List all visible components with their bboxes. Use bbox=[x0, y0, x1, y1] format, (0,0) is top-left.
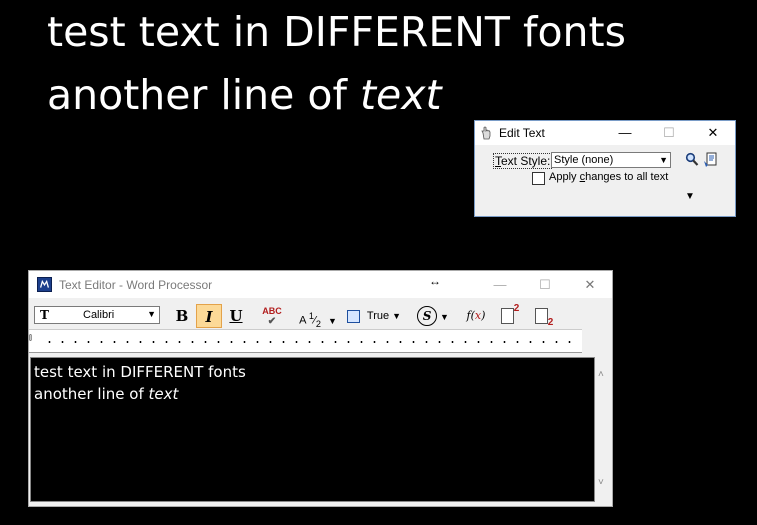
text-editor-title: Text Editor - Word Processor bbox=[59, 278, 213, 292]
document-icon bbox=[500, 307, 514, 324]
checkmark-icon: ✔ bbox=[267, 316, 277, 327]
justification-value: True bbox=[366, 310, 390, 322]
chevron-down-icon: ▼ bbox=[440, 312, 449, 322]
spell-check-label: ABC bbox=[262, 306, 282, 316]
symbol-icon: S bbox=[417, 305, 438, 326]
minimize-button[interactable]: — bbox=[478, 273, 522, 297]
document-icon bbox=[534, 307, 548, 324]
scroll-up-icon[interactable]: ˄ bbox=[598, 369, 604, 380]
fraction-denominator: 2 bbox=[315, 318, 321, 329]
subscript-button[interactable]: 2 bbox=[531, 304, 557, 328]
magnifier-icon[interactable] bbox=[685, 152, 699, 168]
text-style-label: Text Style: bbox=[493, 153, 553, 169]
justification-dropdown[interactable]: True ▼ bbox=[343, 304, 405, 328]
text-style-value: Style (none) bbox=[554, 154, 614, 166]
superscript-label: 2 bbox=[513, 303, 520, 314]
minimize-button[interactable]: — bbox=[603, 121, 647, 145]
content-line-1: test text in DIFFERENT fonts bbox=[34, 363, 246, 381]
edit-text-window: Edit Text — ☐ ✕ Text Style: Style (none)… bbox=[474, 120, 736, 217]
apply-changes-label-pre: Apply bbox=[549, 171, 580, 183]
symbol-button[interactable]: S ▼ bbox=[413, 304, 453, 328]
text-style-label-rest: ext Style: bbox=[501, 154, 551, 168]
content-line-2: another line of text bbox=[34, 383, 591, 405]
function-label-pre: f( bbox=[466, 309, 475, 322]
fraction-numerator: 1 bbox=[308, 311, 314, 321]
underline-button[interactable]: U bbox=[226, 304, 246, 328]
font-dropdown[interactable]: T Calibri ▼ bbox=[34, 306, 160, 324]
microstation-icon bbox=[37, 277, 52, 292]
function-label-post: ) bbox=[481, 309, 486, 322]
function-button[interactable]: f(x) bbox=[463, 304, 489, 328]
text-editor-window: Text Editor - Word Processor ↔ — ☐ ✕ T C… bbox=[28, 270, 613, 507]
chevron-down-icon: ▼ bbox=[392, 311, 402, 321]
spell-check-button[interactable]: ABC ✔ bbox=[257, 304, 287, 328]
fraction-button[interactable]: A 1⁄2 ▼ bbox=[297, 304, 339, 329]
edit-text-titlebar[interactable]: Edit Text — ☐ ✕ bbox=[475, 121, 735, 145]
maximize-button[interactable]: ☐ bbox=[647, 121, 691, 145]
indent-marker-icon[interactable]: ⫾ bbox=[29, 332, 32, 343]
close-button[interactable]: ✕ bbox=[691, 121, 735, 145]
canvas-text-line-2-italic: text bbox=[359, 71, 442, 119]
font-name: Calibri bbox=[83, 309, 115, 321]
bold-button[interactable]: B bbox=[172, 304, 192, 328]
canvas-text-line-1[interactable]: test text in DIFFERENT fonts bbox=[47, 8, 626, 56]
italic-button[interactable]: I bbox=[196, 304, 222, 328]
formatting-toolbar: T Calibri ▼ B I U ABC ✔ A 1⁄2 ▼ True ▼ S ▼… bbox=[29, 298, 612, 329]
justification-icon bbox=[346, 309, 360, 323]
fraction-label: A bbox=[299, 314, 306, 327]
truetype-font-icon: T bbox=[40, 308, 49, 322]
content-line-2-prefix: another line of bbox=[34, 385, 149, 403]
apply-changes-checkbox[interactable] bbox=[532, 172, 545, 185]
edit-text-title: Edit Text bbox=[499, 126, 545, 140]
horizontal-resize-icon[interactable]: ↔ bbox=[429, 274, 441, 288]
expand-arrow-icon[interactable]: ▼ bbox=[685, 191, 695, 202]
vertical-scrollbar[interactable]: ˄ ˅ bbox=[595, 357, 611, 502]
document-properties-icon[interactable] bbox=[703, 152, 719, 168]
text-style-dropdown[interactable]: Style (none) ▼ bbox=[551, 152, 671, 168]
scroll-down-icon[interactable]: ˅ bbox=[598, 477, 604, 488]
chevron-down-icon: ▼ bbox=[147, 309, 156, 319]
maximize-button[interactable]: ☐ bbox=[523, 273, 567, 297]
ruler[interactable]: ⫾ bbox=[29, 329, 582, 353]
close-button[interactable]: ✕ bbox=[568, 273, 612, 297]
superscript-button[interactable]: 2 bbox=[497, 304, 523, 328]
text-content-area[interactable]: test text in DIFFERENT fonts another lin… bbox=[30, 357, 595, 502]
subscript-label: 2 bbox=[547, 317, 554, 328]
chevron-down-icon: ▼ bbox=[659, 155, 668, 165]
canvas-text-line-2-prefix: another line of bbox=[47, 71, 360, 119]
chevron-down-icon: ▼ bbox=[327, 315, 337, 326]
canvas-text-line-2[interactable]: another line of text bbox=[47, 71, 442, 119]
ruler-ticks bbox=[43, 339, 578, 345]
apply-changes-label-post: hanges to all text bbox=[585, 171, 669, 183]
apply-changes-label: Apply changes to all text bbox=[549, 171, 668, 183]
content-line-2-italic: text bbox=[148, 385, 179, 403]
text-editor-titlebar[interactable]: Text Editor - Word Processor ↔ — ☐ ✕ bbox=[29, 271, 612, 298]
hand-pointer-icon bbox=[481, 126, 491, 140]
